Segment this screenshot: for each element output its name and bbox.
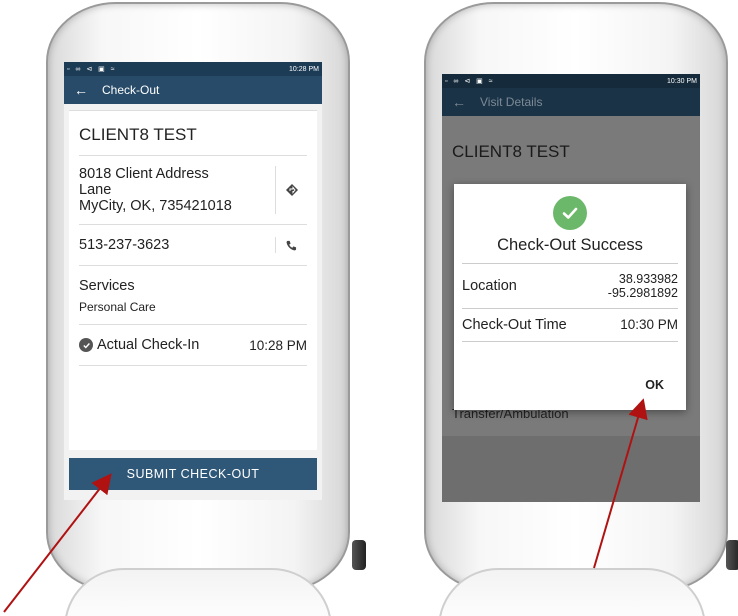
right-phone-edge [726,540,738,570]
left-phone-edge [352,540,366,570]
location-row: Location 38.933982 -95.2981892 [462,264,678,309]
checkout-success-dialog: Check-Out Success Location 38.933982 -95… [454,184,686,410]
directions-button[interactable] [275,166,307,214]
checkin-time: 10:28 PM [249,337,307,353]
services-value: Personal Care [79,300,156,314]
status-time: 10:30 PM [667,77,697,85]
phone-icon [286,240,297,250]
page-title: Check-Out [102,83,160,97]
client-name: CLIENT8 TEST [452,142,570,161]
notification-icons: ▫ ∞ ⊲ ▣ ≈ [67,66,117,73]
visit-card: CLIENT8 TEST 8018 Client Address Lane My… [69,110,317,450]
call-button[interactable] [275,237,307,253]
status-bar: ▫ ∞ ⊲ ▣ ≈ 10:30 PM [442,74,700,88]
app-bar: ← Visit Details [442,88,700,116]
directions-icon [285,184,298,196]
services-section: Services Personal Care [79,266,307,325]
client-name: CLIENT8 TEST [79,121,307,156]
check-circle-icon [79,338,93,352]
back-arrow-icon[interactable]: ← [74,82,88,98]
page-title: Visit Details [480,95,543,109]
address-text: 8018 Client Address Lane MyCity, OK, 735… [79,166,275,214]
dialog-title: Check-Out Success [462,236,678,264]
location-label: Location [462,278,517,294]
notification-icons: ▫ ∞ ⊲ ▣ ≈ [445,78,495,85]
ok-button[interactable]: OK [645,378,664,392]
checkin-label: Actual Check-In [97,337,200,353]
longitude-value: -95.2981892 [607,286,678,300]
checkout-time-row: Check-Out Time 10:30 PM [462,309,678,342]
location-value: 38.933982 -95.2981892 [608,272,678,300]
address-line-3: MyCity, OK, 735421018 [79,198,232,214]
phone-number: 513-237-3623 [79,237,170,253]
services-title: Services [79,278,135,294]
phone-row: 513-237-3623 [79,225,307,266]
checkout-time-value: 10:30 PM [620,317,678,332]
right-screen: ▫ ∞ ⊲ ▣ ≈ 10:30 PM ← Visit Details CLIEN… [442,74,700,502]
address-line-2: Lane [79,182,112,198]
left-phone-reflection [64,568,332,616]
address-row: 8018 Client Address Lane MyCity, OK, 735… [79,156,307,225]
address-line-1: 8018 Client Address [79,166,209,182]
status-time: 10:28 PM [289,65,319,73]
latitude-value: 38.933982 [618,272,678,286]
checkout-time-label: Check-Out Time [462,317,567,333]
left-screen: ▫ ∞ ⊲ ▣ ≈ 10:28 PM ← Check-Out CLIENT8 T… [64,62,322,500]
success-check-icon [553,196,587,230]
app-bar: ← Check-Out [64,76,322,104]
status-bar: ▫ ∞ ⊲ ▣ ≈ 10:28 PM [64,62,322,76]
back-arrow-icon[interactable]: ← [452,94,466,110]
checkin-row: Actual Check-In 10:28 PM [79,325,307,366]
right-phone-reflection [438,568,706,616]
submit-checkout-button[interactable]: SUBMIT CHECK-OUT [69,458,317,490]
